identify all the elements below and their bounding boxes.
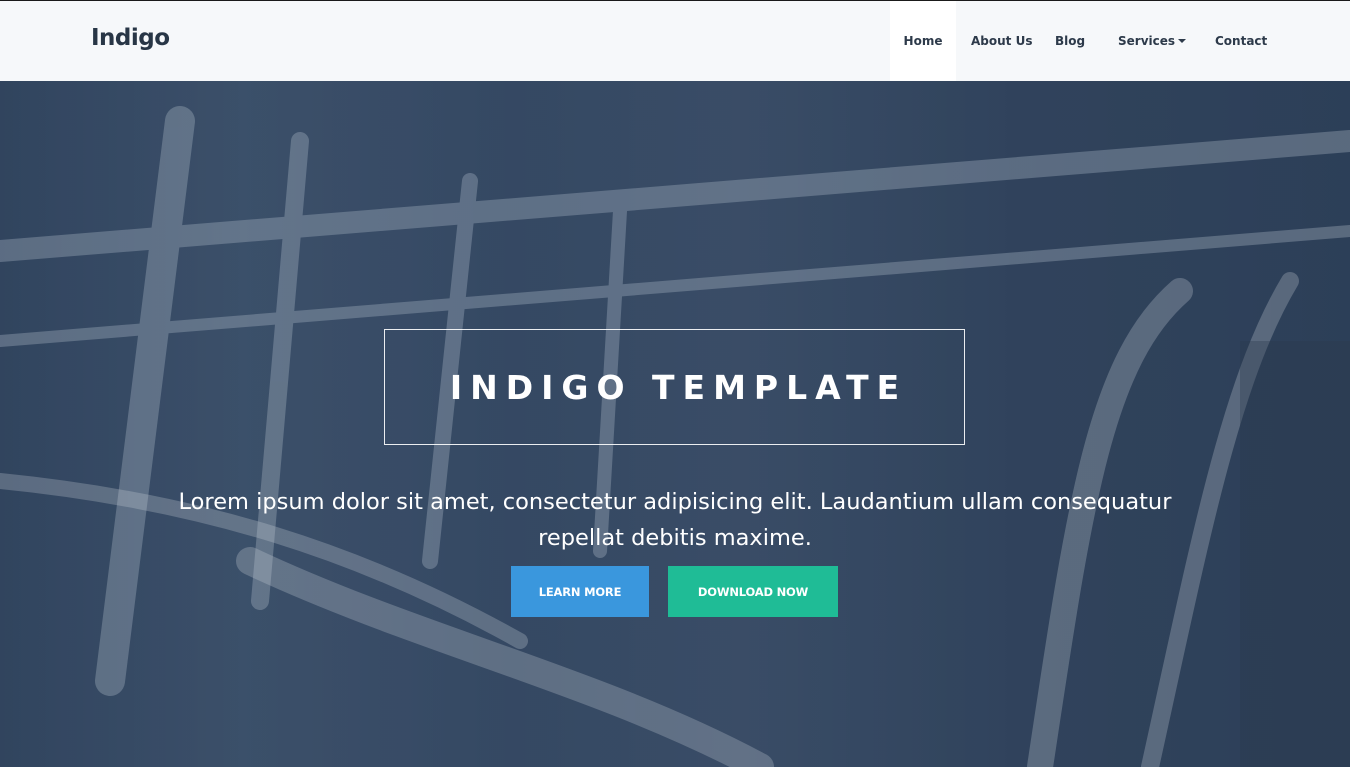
caret-down-icon bbox=[1178, 39, 1187, 43]
brand-logo[interactable]: Indigo bbox=[91, 25, 170, 51]
nav-item-home[interactable]: Home bbox=[890, 1, 956, 81]
hero-title: INDIGO TEMPLATE bbox=[449, 367, 908, 407]
hero-title-box: INDIGO TEMPLATE bbox=[384, 329, 965, 445]
nav-item-contact[interactable]: Contact bbox=[1203, 1, 1293, 81]
nav-item-services[interactable]: Services bbox=[1111, 1, 1203, 81]
download-now-button[interactable]: DOWNLOAD NOW bbox=[668, 566, 838, 617]
navbar: Indigo Home About Us Blog Services Conta… bbox=[0, 0, 1350, 81]
hero-section: INDIGO TEMPLATE Lorem ipsum dolor sit am… bbox=[0, 81, 1350, 767]
nav-item-about-us[interactable]: About Us bbox=[956, 1, 1041, 81]
nav-menu: Home About Us Blog Services Contact bbox=[890, 1, 1293, 81]
nav-item-blog[interactable]: Blog bbox=[1041, 1, 1111, 81]
learn-more-button[interactable]: LEARN MORE bbox=[511, 566, 649, 617]
nav-item-services-label: Services bbox=[1118, 34, 1176, 48]
hero-lead-text: Lorem ipsum dolor sit amet, consectetur … bbox=[178, 488, 1172, 551]
